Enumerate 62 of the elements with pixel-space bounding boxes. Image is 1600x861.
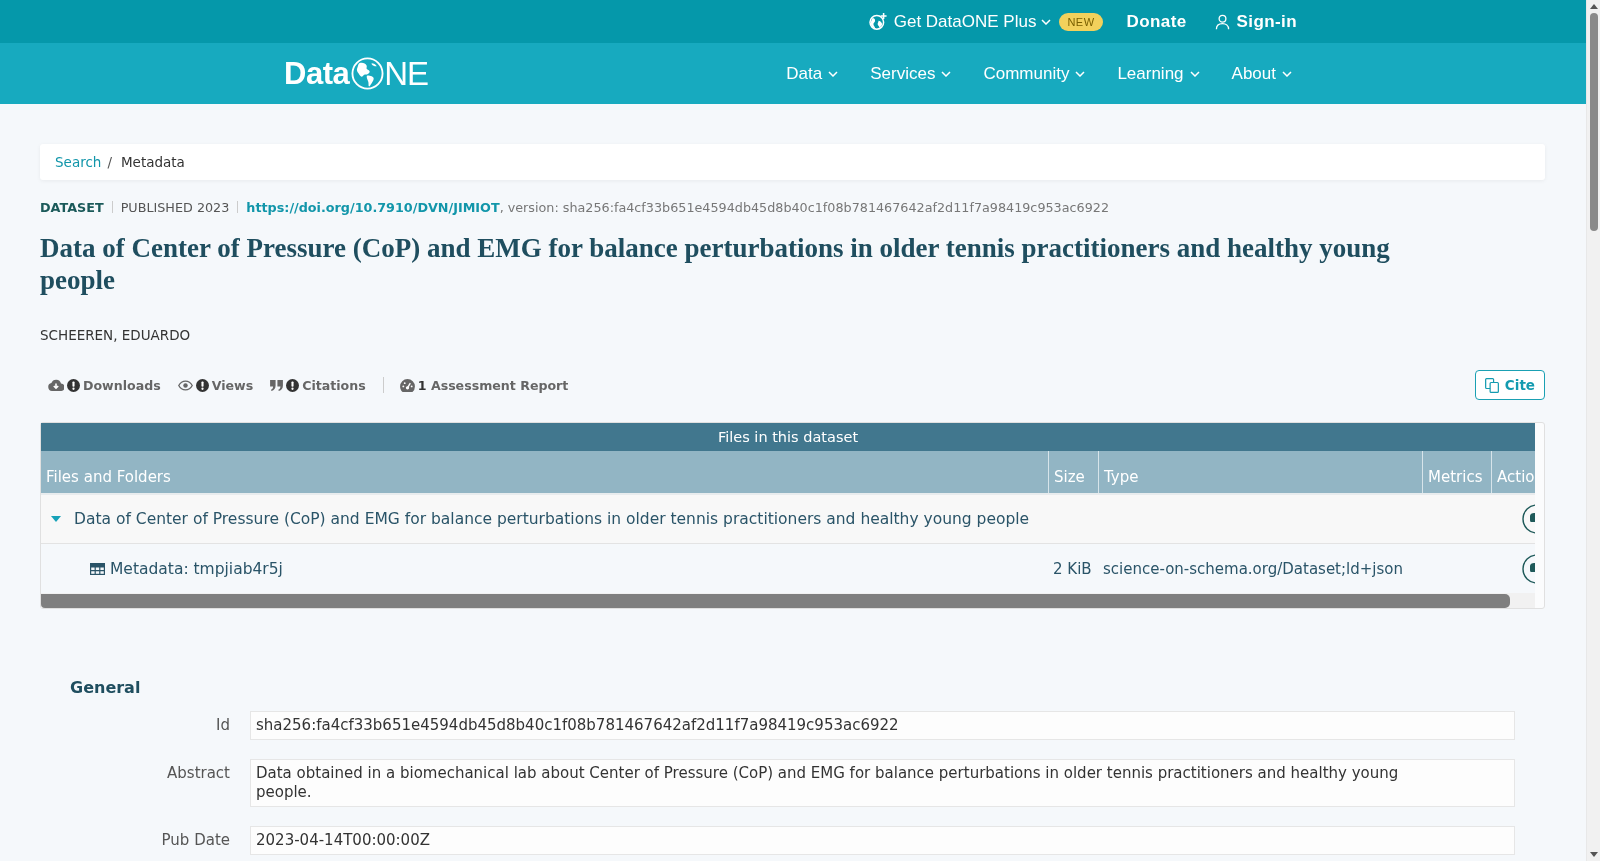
field-value: 2023-04-14T00:00:00Z — [250, 826, 1515, 855]
type-cell-text: science-on-schema.org/Dataset;ld+json — [1102, 558, 1404, 580]
nav-menu-item[interactable]: About — [1231, 63, 1292, 84]
section-heading: General — [70, 677, 142, 699]
quote-icon — [270, 379, 284, 391]
sign-in-button[interactable]: Sign-in — [1214, 11, 1297, 32]
chevron-down-icon — [941, 70, 952, 77]
doi-link[interactable]: https://doi.org/10.7910/DVN/JIMIOT — [246, 199, 500, 215]
metric-link[interactable]: Views — [169, 377, 263, 393]
chevron-down-icon — [828, 70, 839, 77]
metric-link[interactable]: Downloads — [40, 377, 170, 393]
table-icon — [90, 562, 105, 575]
folder-name: Data of Center of Pressure (CoP) and EMG for balance perturbations in older tennis practitioners and healthy young people — [74, 510, 1030, 528]
assessment-report-link[interactable]: 1 Assessment Report — [391, 377, 578, 393]
vertical-scrollbar[interactable] — [1586, 0, 1600, 861]
field-value: Data obtained in a biomechanical lab about Center of Pressure (CoP) and EMG for balance perturbations in older tennis practitioners and healthy young people. — [250, 759, 1515, 807]
size-cell-text: 2 KiB — [1052, 558, 1093, 580]
field-label: Abstract — [166, 763, 230, 784]
file-name: Metadata: tmpjiab4r5j — [110, 559, 283, 578]
copy-icon — [1484, 377, 1499, 393]
scroll-up-arrow-icon[interactable] — [1589, 4, 1598, 9]
exclamation-circle-icon — [286, 378, 300, 392]
nav-menu-item[interactable]: Community — [983, 63, 1086, 84]
field-label: Pub Date — [160, 830, 230, 851]
metric-link[interactable]: Citations — [262, 377, 375, 393]
dataset-title: Data of Center of Pressure (CoP) and EMG for balance perturbations in older tennis practitioners and healthy young people — [40, 232, 1391, 296]
eye-icon — [177, 379, 193, 391]
breadcrumb-separator: / — [107, 154, 112, 170]
version-text: , version: sha256:fa4cf33b651e4594db45d8b40c1f08b781467642af2d11f7a98419c953ac6922 — [499, 199, 1109, 215]
logo-text[interactable]: Data — [284, 55, 350, 92]
globe-icon — [351, 57, 385, 90]
new-badge: NEW — [1059, 12, 1103, 31]
gauge-icon — [399, 378, 415, 392]
chevron-down-icon — [1282, 70, 1292, 77]
nav-menu-item[interactable]: Learning — [1117, 63, 1200, 84]
breadcrumb-current: Metadata — [120, 154, 185, 170]
breadcrumb-link[interactable]: Search — [55, 154, 102, 170]
scrollbar-thumb[interactable] — [1589, 13, 1598, 231]
nav-menu-item[interactable]: Data — [786, 63, 839, 84]
logo-text[interactable]: NE — [384, 54, 429, 93]
nav-menu-item[interactable]: Services — [870, 63, 952, 84]
field-value: sha256:fa4cf33b651e4594db45d8b40c1f08b781467642af2d11f7a98419c953ac6922 — [250, 711, 1515, 740]
column-header: Files and Folders — [45, 467, 172, 488]
published-label: PUBLISHED 2023 — [120, 199, 230, 215]
user-icon — [1214, 13, 1230, 30]
exclamation-circle-icon — [195, 378, 209, 392]
cite-button[interactable]: Cite — [1474, 370, 1545, 400]
file-cell[interactable]: Metadata: tmpjiab4r5j — [41, 544, 1048, 593]
cloud-download-icon — [48, 379, 64, 391]
donate-link[interactable]: Donate — [1126, 11, 1187, 32]
field-label: Id — [215, 715, 230, 736]
plus-menu-button[interactable]: Get DataONE Plus — [868, 11, 1052, 32]
dataset-type: DATASET — [40, 199, 104, 215]
scroll-down-arrow-icon[interactable] — [1589, 852, 1598, 857]
chevron-down-icon — [1189, 70, 1200, 77]
table-caption: Files in this dataset — [41, 423, 1535, 451]
globe-plus-icon — [868, 13, 888, 30]
caret-down-icon[interactable] — [51, 516, 61, 522]
chevron-down-icon — [1041, 18, 1052, 25]
exclamation-circle-icon — [67, 378, 80, 392]
chevron-down-icon — [1075, 70, 1086, 77]
author-name: SCHEEREN, EDUARDO — [40, 326, 192, 345]
